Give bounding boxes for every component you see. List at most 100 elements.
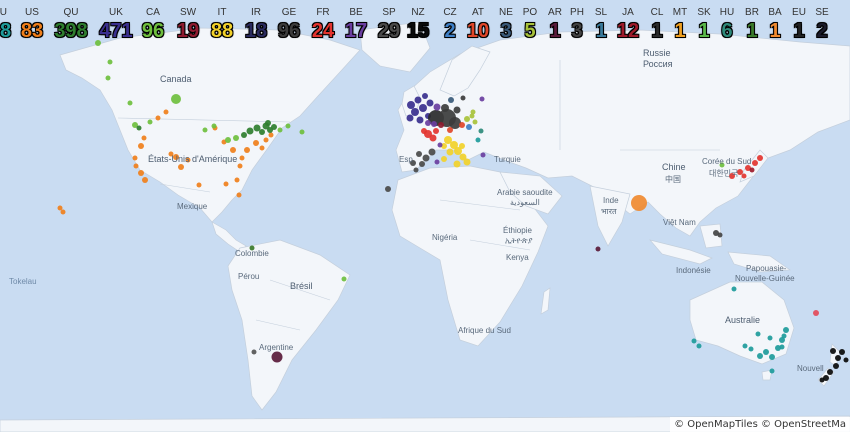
location-marker[interactable] <box>441 104 449 112</box>
location-marker[interactable] <box>839 349 845 355</box>
location-marker[interactable] <box>132 155 138 161</box>
location-marker[interactable] <box>253 140 259 146</box>
location-marker[interactable] <box>341 276 347 282</box>
location-marker[interactable] <box>413 167 419 173</box>
location-marker[interactable] <box>779 344 785 350</box>
location-marker[interactable] <box>223 181 229 187</box>
location-marker[interactable] <box>178 164 184 170</box>
location-marker[interactable] <box>464 116 470 122</box>
location-marker[interactable] <box>239 155 245 161</box>
location-marker[interactable] <box>431 121 437 127</box>
location-marker[interactable] <box>453 106 461 114</box>
location-marker[interactable] <box>416 116 424 124</box>
location-marker[interactable] <box>843 357 849 363</box>
location-marker[interactable] <box>155 115 161 121</box>
location-marker[interactable] <box>781 333 787 339</box>
location-marker[interactable] <box>742 343 748 349</box>
location-marker[interactable] <box>748 346 754 352</box>
location-marker[interactable] <box>479 96 485 102</box>
location-marker[interactable] <box>127 100 133 106</box>
location-marker[interactable] <box>437 142 443 148</box>
location-marker[interactable] <box>416 151 422 157</box>
location-marker[interactable] <box>138 143 144 149</box>
location-marker[interactable] <box>259 129 265 135</box>
location-marker[interactable] <box>438 122 444 128</box>
location-marker[interactable] <box>463 158 471 166</box>
location-marker[interactable] <box>234 177 240 183</box>
location-marker[interactable] <box>406 114 414 122</box>
location-marker[interactable] <box>429 134 437 142</box>
location-marker[interactable] <box>138 170 144 176</box>
location-marker[interactable] <box>171 94 181 104</box>
map-attribution[interactable]: © OpenMapTiles © OpenStreetMa <box>670 417 850 432</box>
location-marker[interactable] <box>385 186 391 192</box>
location-marker[interactable] <box>769 368 775 374</box>
location-marker[interactable] <box>268 132 274 138</box>
world-map[interactable]: AU88US83QU398UK471CA96SW19IT88IR18GE96FR… <box>0 0 850 432</box>
location-marker[interactable] <box>691 338 697 344</box>
location-marker[interactable] <box>830 348 836 354</box>
location-marker[interactable] <box>433 103 441 111</box>
location-marker[interactable] <box>411 108 419 116</box>
location-marker[interactable] <box>259 145 265 151</box>
location-marker[interactable] <box>460 95 466 101</box>
location-marker[interactable] <box>459 143 465 149</box>
location-marker[interactable] <box>285 123 291 129</box>
location-marker[interactable] <box>835 355 841 361</box>
location-marker[interactable] <box>133 163 139 169</box>
location-marker[interactable] <box>470 109 476 115</box>
location-marker[interactable] <box>244 147 250 153</box>
location-marker[interactable] <box>833 363 839 369</box>
location-marker[interactable] <box>60 209 66 215</box>
location-marker[interactable] <box>136 125 142 131</box>
location-marker[interactable] <box>447 127 453 133</box>
location-marker[interactable] <box>107 59 113 65</box>
location-marker[interactable] <box>813 310 819 316</box>
location-marker[interactable] <box>466 124 472 130</box>
location-marker[interactable] <box>783 327 789 333</box>
location-marker[interactable] <box>475 137 481 143</box>
location-marker[interactable] <box>425 120 431 126</box>
location-marker[interactable] <box>299 129 305 135</box>
location-marker[interactable] <box>422 154 430 162</box>
location-marker[interactable] <box>757 155 763 161</box>
location-marker[interactable] <box>441 156 447 162</box>
location-marker[interactable] <box>419 104 427 112</box>
location-marker[interactable] <box>480 152 486 158</box>
location-marker[interactable] <box>827 369 833 375</box>
location-marker[interactable] <box>230 147 236 153</box>
location-marker[interactable] <box>428 148 436 156</box>
location-marker[interactable] <box>459 122 465 128</box>
location-marker[interactable] <box>277 127 283 133</box>
location-marker[interactable] <box>57 205 63 211</box>
location-marker[interactable] <box>163 109 169 115</box>
location-marker[interactable] <box>421 128 427 134</box>
location-marker[interactable] <box>819 377 825 383</box>
location-marker[interactable] <box>271 351 283 363</box>
location-marker[interactable] <box>752 160 758 166</box>
location-marker[interactable] <box>271 124 277 130</box>
location-marker[interactable] <box>419 161 425 167</box>
location-marker[interactable] <box>741 173 747 179</box>
location-marker[interactable] <box>263 137 269 143</box>
location-marker[interactable] <box>478 128 484 134</box>
location-marker[interactable] <box>472 119 478 125</box>
location-marker[interactable] <box>757 353 763 359</box>
location-marker[interactable] <box>731 286 737 292</box>
location-marker[interactable] <box>763 349 769 355</box>
location-marker[interactable] <box>225 137 231 143</box>
location-marker[interactable] <box>233 135 239 141</box>
location-marker[interactable] <box>241 132 247 138</box>
location-marker[interactable] <box>749 167 755 173</box>
location-marker[interactable] <box>246 127 254 135</box>
location-marker[interactable] <box>717 232 723 238</box>
location-marker[interactable] <box>433 128 439 134</box>
location-marker[interactable] <box>446 148 454 156</box>
location-marker[interactable] <box>251 349 257 355</box>
location-marker[interactable] <box>595 246 601 252</box>
location-marker[interactable] <box>422 93 428 99</box>
location-marker[interactable] <box>696 343 702 349</box>
location-marker[interactable] <box>237 163 243 169</box>
location-marker[interactable] <box>434 159 440 165</box>
location-marker[interactable] <box>426 99 434 107</box>
